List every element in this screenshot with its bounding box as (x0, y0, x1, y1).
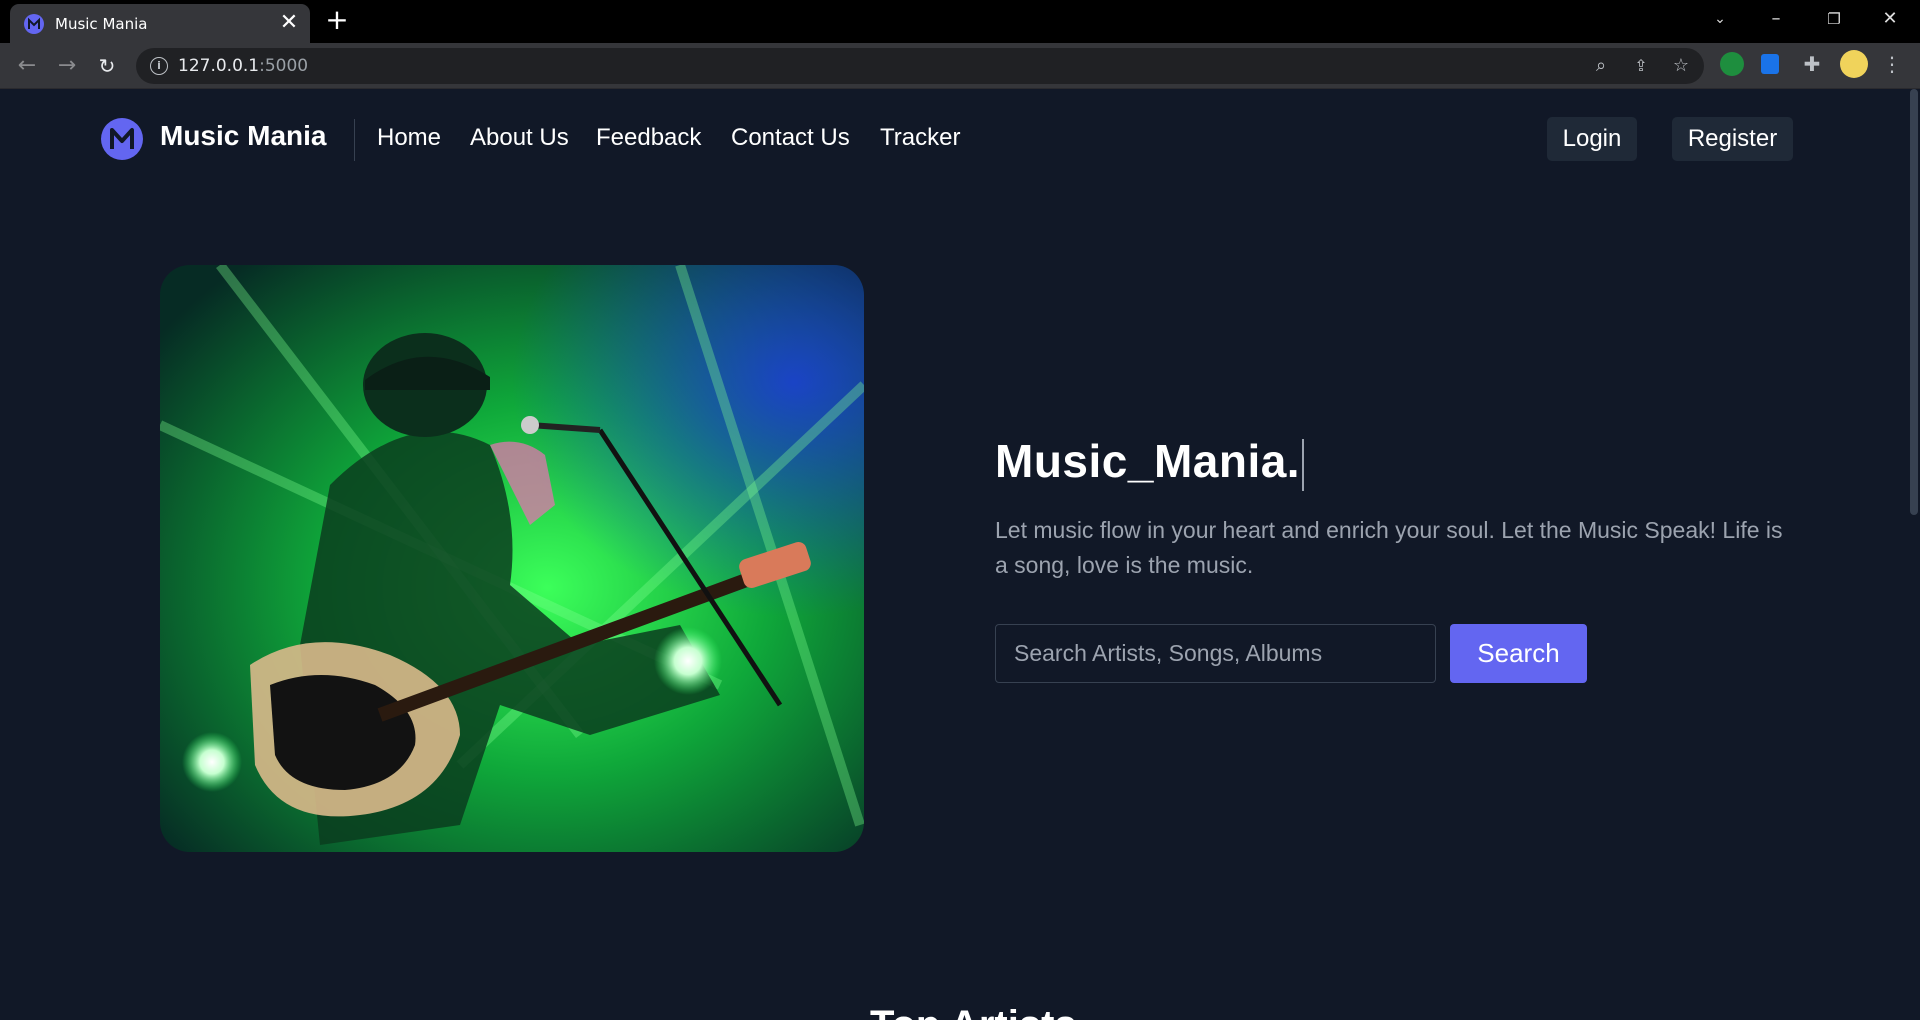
browser-toolbar: ← → ↻ i 127.0.0.1:5000 ⌕ ⇪ ☆ (0, 43, 1920, 89)
forward-icon[interactable]: → (52, 51, 82, 81)
nav-feedback[interactable]: Feedback (596, 124, 701, 152)
page-scrollbar[interactable] (1908, 89, 1920, 1020)
typing-cursor (1302, 438, 1305, 491)
site-favicon-icon (24, 14, 44, 34)
brand-name[interactable]: Music Mania (160, 120, 326, 152)
browser-tab[interactable]: Music Mania ✕ (10, 4, 310, 43)
scrollbar-thumb[interactable] (1910, 89, 1918, 515)
top-artists-heading: Top Artists (870, 1003, 1077, 1020)
restore-icon[interactable]: ❐ (1806, 0, 1862, 38)
hero-title: Music_Mania. (995, 434, 1305, 491)
tab-search-icon[interactable]: ⌄ (1692, 0, 1748, 38)
address-bar[interactable]: i 127.0.0.1:5000 ⌕ ⇪ ☆ (136, 48, 1704, 84)
page: Music Mania Home About Us Feedback Conta… (0, 89, 1920, 1020)
nav-tracker[interactable]: Tracker (880, 124, 960, 152)
browser-menu-icon[interactable]: ⋮ (1880, 52, 1904, 76)
zoom-icon[interactable]: ⌕ (1589, 54, 1613, 78)
url-text[interactable]: 127.0.0.1:5000 (178, 56, 308, 76)
bookmark-star-icon[interactable]: ☆ (1669, 54, 1693, 78)
nav-home[interactable]: Home (377, 124, 441, 152)
extensions-puzzle-icon[interactable]: ✚ (1800, 52, 1824, 76)
nav-contact-us[interactable]: Contact Us (731, 124, 850, 152)
tab-title: Music Mania (55, 15, 148, 33)
nav-divider (354, 119, 355, 161)
new-tab-button[interactable]: + (323, 6, 351, 35)
reload-icon[interactable]: ↻ (92, 51, 122, 81)
url-port: :5000 (259, 56, 309, 76)
back-icon[interactable]: ← (12, 51, 42, 81)
search-input[interactable] (995, 624, 1436, 683)
login-button[interactable]: Login (1547, 117, 1637, 161)
search-button[interactable]: Search (1450, 624, 1587, 683)
minimize-icon[interactable]: – (1748, 0, 1804, 38)
tab-close-icon[interactable]: ✕ (278, 12, 300, 35)
extension-gem-icon[interactable] (1761, 54, 1779, 74)
browser-tab-bar: Music Mania ✕ + ⌄ – ❐ ✕ (0, 0, 1920, 43)
hero-description: Let music flow in your heart and enrich … (995, 517, 1783, 578)
hero-guitarist-image (160, 265, 864, 852)
extension-chat-icon[interactable] (1720, 52, 1744, 76)
profile-avatar-icon[interactable] (1840, 50, 1868, 78)
url-host: 127.0.0.1 (178, 56, 260, 76)
share-icon[interactable]: ⇪ (1629, 54, 1653, 78)
site-info-icon[interactable]: i (150, 57, 168, 75)
brand-logo-icon[interactable] (101, 118, 143, 160)
register-button[interactable]: Register (1672, 117, 1793, 161)
nav-about-us[interactable]: About Us (470, 124, 569, 152)
close-window-icon[interactable]: ✕ (1862, 0, 1918, 38)
hero-title-text: Music_Mania. (995, 435, 1301, 487)
